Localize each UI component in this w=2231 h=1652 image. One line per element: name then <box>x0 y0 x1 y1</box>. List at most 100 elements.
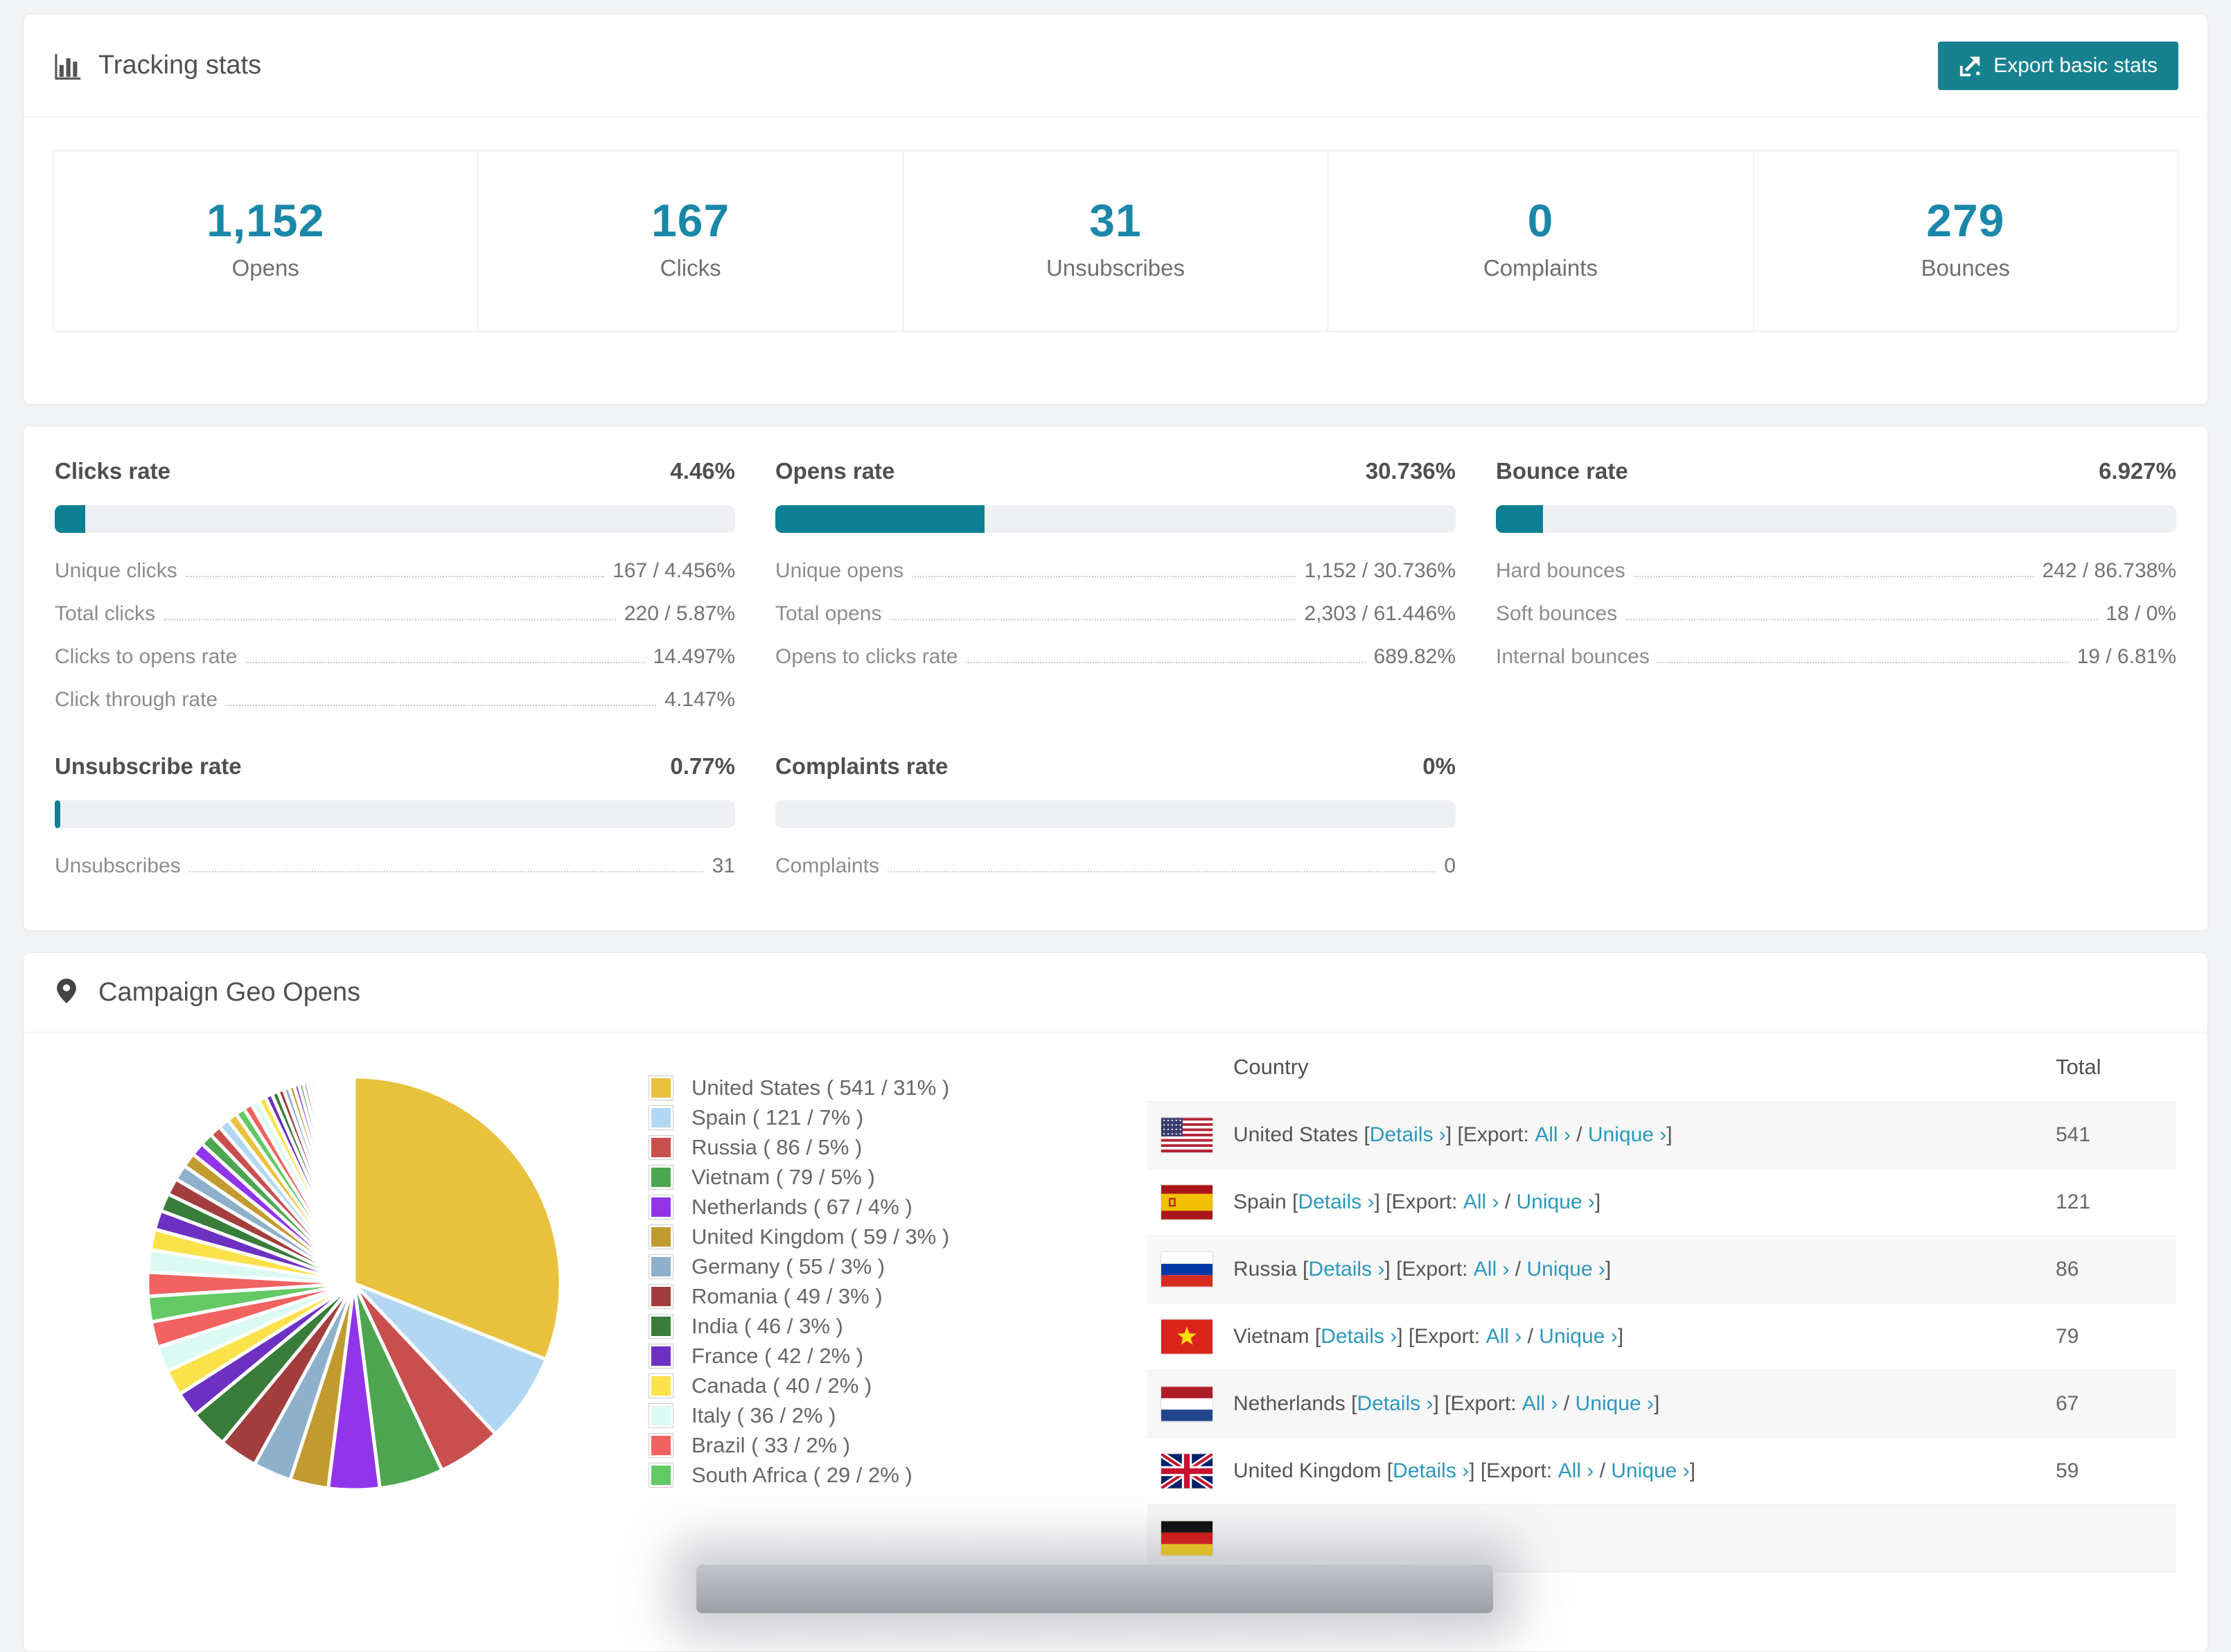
details-link[interactable]: Details › <box>1298 1190 1374 1214</box>
country-name: Vietnam <box>1233 1325 1310 1348</box>
legend-item[interactable]: United Kingdom ( 59 / 3% ) <box>649 1222 949 1251</box>
legend-label: Germany ( 55 / 3% ) <box>691 1254 885 1278</box>
legend-swatch <box>649 1283 673 1309</box>
export-all-link[interactable]: All › <box>1535 1123 1571 1147</box>
rate-value: 0.77% <box>670 753 735 779</box>
legend-item[interactable]: India ( 46 / 3% ) <box>649 1311 949 1341</box>
rate-detail-value: 4.147% <box>664 688 735 711</box>
bracket-text: ] <box>1689 1459 1695 1482</box>
legend-item[interactable]: Vietnam ( 79 / 5% ) <box>649 1162 949 1192</box>
legend-item[interactable]: Russia ( 86 / 5% ) <box>649 1132 949 1162</box>
export-unique-link[interactable]: Unique › <box>1539 1325 1617 1348</box>
details-link[interactable]: Details › <box>1321 1325 1397 1348</box>
export-unique-link[interactable]: Unique › <box>1517 1190 1595 1214</box>
table-row: United Kingdom [Details ›] [Export: All … <box>1147 1438 2176 1505</box>
legend-item[interactable]: Canada ( 40 / 2% ) <box>649 1371 949 1400</box>
legend-item[interactable]: Italy ( 36 / 2% ) <box>649 1400 949 1430</box>
dotted-leader <box>226 705 657 706</box>
separator-text: / <box>1499 1190 1517 1213</box>
stat-label: Unsubscribes <box>1046 255 1185 281</box>
rate-block-unsubscribe-rate: Unsubscribe rate 0.77% Unsubscribes 31 <box>55 753 735 878</box>
export-all-link[interactable]: All › <box>1522 1392 1558 1416</box>
legend-swatch <box>649 1164 673 1190</box>
export-all-link[interactable]: All › <box>1558 1459 1594 1483</box>
dotted-leader <box>1625 619 2098 620</box>
legend-item[interactable]: Netherlands ( 67 / 4% ) <box>649 1192 949 1222</box>
bottom-overlay-bar <box>696 1565 1493 1613</box>
country-name: United Kingdom <box>1233 1459 1382 1482</box>
rate-detail-row: Hard bounces 242 / 86.738% <box>1496 559 2176 583</box>
stat-box-opens: 1,152 Opens <box>53 151 479 331</box>
bracket-text: ] <box>1617 1325 1624 1348</box>
tracking-stats-card: Tracking stats Export basic stats 1,152 O… <box>23 14 2208 405</box>
details-link[interactable]: Details › <box>1357 1392 1433 1416</box>
tracking-stats-page: Tracking stats Export basic stats 1,152 O… <box>0 0 2231 1652</box>
rate-detail-value: 220 / 5.87% <box>624 602 735 625</box>
rate-progress-fill <box>775 505 985 533</box>
details-link[interactable]: Details › <box>1308 1258 1384 1281</box>
rate-title: Complaints rate <box>775 753 949 779</box>
details-link[interactable]: Details › <box>1370 1123 1446 1147</box>
export-unique-link[interactable]: Unique › <box>1576 1392 1654 1416</box>
country-name: Netherlands <box>1233 1392 1346 1415</box>
rate-detail-row: Clicks to opens rate 14.497% <box>55 645 735 669</box>
stat-box-bounces: 279 Bounces <box>1754 151 2178 331</box>
rate-block-header: Opens rate 30.736% <box>775 458 1456 484</box>
export-unique-link[interactable]: Unique › <box>1588 1123 1666 1147</box>
rate-value: 4.46% <box>670 458 735 484</box>
geo-opens-pie-chart <box>139 1069 569 1498</box>
rate-title: Clicks rate <box>55 458 170 484</box>
legend-swatch <box>649 1432 673 1458</box>
page-title: Tracking stats <box>98 51 262 80</box>
rate-detail-label: Unsubscribes <box>55 854 181 877</box>
bracket-text: [ <box>1345 1392 1357 1415</box>
legend-item[interactable]: South Africa ( 29 / 2% ) <box>649 1460 949 1490</box>
stat-value: 1,152 <box>206 195 325 246</box>
dotted-leader <box>188 871 704 872</box>
export-all-link[interactable]: All › <box>1463 1190 1499 1214</box>
separator-text: / <box>1509 1258 1527 1281</box>
stat-value: 167 <box>651 195 730 246</box>
country-cell: Netherlands [Details ›] [Export: All › /… <box>1147 1387 2056 1421</box>
legend-item[interactable]: Germany ( 55 / 3% ) <box>649 1251 949 1281</box>
bracket-text: [ <box>1381 1459 1393 1482</box>
legend-swatch <box>649 1462 673 1488</box>
legend-label: India ( 46 / 3% ) <box>691 1313 843 1338</box>
legend-item[interactable]: France ( 42 / 2% ) <box>649 1341 949 1371</box>
legend-item[interactable]: Spain ( 121 / 7% ) <box>649 1102 949 1132</box>
bracket-text: ] [Export: <box>1445 1123 1535 1146</box>
rate-progress-bar <box>775 800 1456 828</box>
rates-card: Clicks rate 4.46% Unique clicks 167 / 4.456… <box>23 425 2208 931</box>
export-unique-link[interactable]: Unique › <box>1526 1258 1605 1281</box>
export-all-link[interactable]: All › <box>1474 1258 1510 1281</box>
legend-swatch <box>649 1134 673 1160</box>
export-all-link[interactable]: All › <box>1486 1325 1522 1348</box>
rate-detail-label: Click through rate <box>55 688 218 711</box>
stat-value: 0 <box>1527 195 1554 246</box>
details-link[interactable]: Details › <box>1393 1459 1469 1483</box>
export-unique-link[interactable]: Unique › <box>1611 1459 1689 1483</box>
rate-progress-fill <box>55 800 60 828</box>
stat-box-clicks: 167 Clicks <box>478 151 903 331</box>
table-row: Spain [Details ›] [Export: All › / Uniqu… <box>1147 1169 2176 1236</box>
stat-value: 31 <box>1089 195 1142 246</box>
rate-progress-fill <box>55 505 85 533</box>
rate-block-opens-rate: Opens rate 30.736% Unique opens 1,152 / 30.… <box>775 458 1456 712</box>
legend-label: Netherlands ( 67 / 4% ) <box>691 1194 912 1219</box>
legend-item[interactable]: Romania ( 49 / 3% ) <box>649 1281 949 1311</box>
flag-es-icon <box>1161 1185 1212 1220</box>
legend-swatch <box>649 1373 673 1398</box>
dotted-leader <box>912 576 1296 577</box>
flag-de-icon <box>1161 1521 1212 1556</box>
rate-detail-label: Unique opens <box>775 559 904 582</box>
legend-swatch <box>649 1194 673 1220</box>
legend-item[interactable]: United States ( 541 / 31% ) <box>649 1073 949 1102</box>
export-basic-stats-button[interactable]: Export basic stats <box>1938 41 2178 90</box>
rate-detail-value: 2,303 / 61.446% <box>1304 602 1456 625</box>
legend-item[interactable]: Brazil ( 33 / 2% ) <box>649 1430 949 1460</box>
rate-detail-row: Complaints 0 <box>775 854 1456 878</box>
rate-progress-fill <box>1496 505 1544 533</box>
separator-text: / <box>1570 1123 1588 1146</box>
legend-label: Canada ( 40 / 2% ) <box>691 1373 872 1398</box>
rate-value: 30.736% <box>1365 458 1456 484</box>
